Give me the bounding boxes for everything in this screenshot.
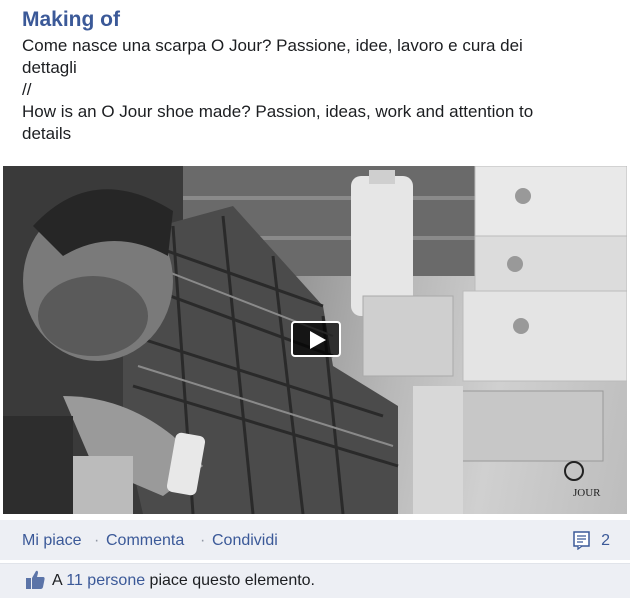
- separator: ·: [200, 532, 206, 549]
- likes-summary: A 11 persone piace questo elemento.: [0, 563, 630, 598]
- post-actions-bar: Mi piace · Commenta · Condividi 2: [0, 520, 630, 560]
- play-icon[interactable]: [291, 321, 341, 357]
- share-link[interactable]: Condividi: [212, 531, 278, 551]
- thumbs-up-icon: [26, 570, 45, 589]
- likes-text: A 11 persone piace questo elemento.: [52, 571, 315, 591]
- comment-icon[interactable]: [572, 530, 592, 550]
- likes-prefix: A: [52, 572, 67, 589]
- likes-people-link[interactable]: 11 persone: [66, 572, 145, 589]
- likes-suffix: piace questo elemento.: [145, 572, 315, 589]
- description-line: dettagli: [22, 58, 77, 77]
- video-watermark: JOUR: [573, 487, 601, 499]
- comment-count[interactable]: 2: [601, 531, 610, 551]
- like-link[interactable]: Mi piace: [22, 531, 82, 551]
- description-line: details: [22, 124, 72, 143]
- description-line: How is an O Jour shoe made? Passion, ide…: [22, 102, 534, 121]
- post-description: Come nasce una scarpa O Jour? Passione, …: [22, 35, 612, 145]
- description-line: Come nasce una scarpa O Jour? Passione, …: [22, 36, 523, 55]
- post-title[interactable]: Making of: [22, 8, 120, 32]
- separator: ·: [94, 532, 100, 549]
- description-line: //: [22, 80, 32, 99]
- video-thumbnail[interactable]: JOUR: [3, 166, 627, 514]
- comment-link[interactable]: Commenta: [106, 531, 184, 551]
